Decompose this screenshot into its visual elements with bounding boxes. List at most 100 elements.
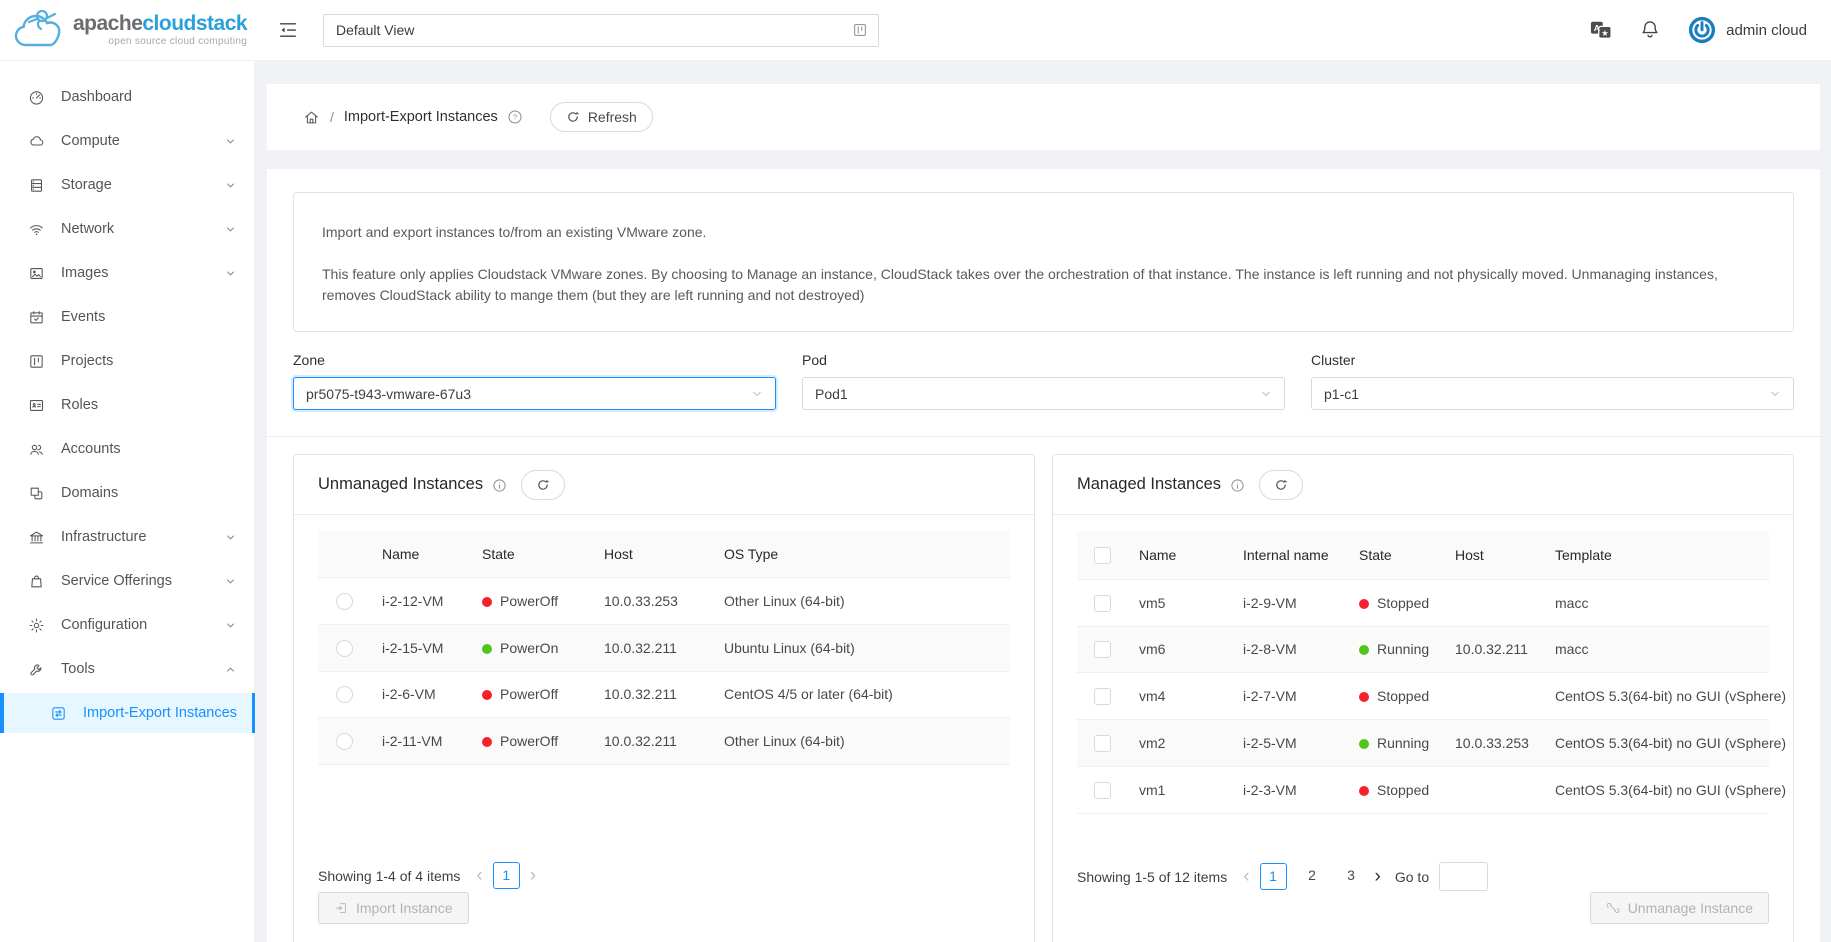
home-icon[interactable]: [303, 109, 320, 126]
chevron-down-icon: [1260, 388, 1272, 400]
unmanaged-instances-title: Unmanaged Instances: [318, 475, 483, 494]
sidebar-item-accounts[interactable]: Accounts: [0, 429, 254, 469]
row-checkbox[interactable]: [1094, 782, 1111, 799]
table-row[interactable]: vm1 i-2-3-VM Stopped CentOS 5.3(64-bit) …: [1077, 766, 1769, 813]
sidebar-item-label: Service Offerings: [61, 573, 172, 589]
cell-name: vm1: [1127, 766, 1231, 813]
page-item-2[interactable]: 2: [1299, 863, 1326, 890]
prev-page-icon[interactable]: ‹: [476, 868, 482, 884]
sidebar-item-compute[interactable]: Compute: [0, 121, 254, 161]
unmanaged-instances-panel: Unmanaged Instances Name: [293, 454, 1035, 942]
row-checkbox[interactable]: [1094, 735, 1111, 752]
page-item-3[interactable]: 3: [1338, 863, 1365, 890]
sidebar-item-label: Tools: [61, 661, 95, 677]
cell-host: 10.0.32.211: [1443, 626, 1543, 673]
sidebar-item-projects[interactable]: Projects: [0, 341, 254, 381]
page-item-1[interactable]: 1: [1260, 863, 1287, 890]
sidebar-item-storage[interactable]: Storage: [0, 165, 254, 205]
project-view-icon: [852, 22, 868, 38]
cell-host: 10.0.32.211: [592, 671, 712, 718]
row-checkbox[interactable]: [1094, 595, 1111, 612]
status-dot: [1359, 645, 1369, 655]
database-icon: [28, 177, 45, 194]
column-header: Name: [1127, 531, 1231, 579]
row-radio[interactable]: [336, 593, 353, 610]
sidebar-item-label: Dashboard: [61, 89, 132, 105]
sidebar-item-dashboard[interactable]: Dashboard: [0, 77, 254, 117]
translate-icon[interactable]: A★: [1590, 19, 1612, 41]
table-row[interactable]: i-2-15-VM PowerOn 10.0.32.211 Ubuntu Lin…: [318, 624, 1010, 671]
notification-bell-icon[interactable]: [1639, 19, 1661, 41]
pod-select[interactable]: Pod1: [802, 377, 1285, 410]
goto-page-input[interactable]: [1439, 862, 1488, 891]
project-board-icon: [28, 353, 45, 370]
cell-name: i-2-12-VM: [370, 578, 470, 625]
sidebar-item-roles[interactable]: Roles: [0, 385, 254, 425]
unmanaged-refresh-button[interactable]: [521, 470, 565, 500]
unmanage-instance-button[interactable]: Unmanage Instance: [1590, 892, 1769, 924]
menu-fold-icon[interactable]: [277, 19, 299, 41]
brand-logo[interactable]: apachecloudstack open source cloud compu…: [0, 7, 255, 53]
cell-os-type: Other Linux (64-bit): [712, 718, 1010, 765]
next-page-icon[interactable]: ›: [1375, 869, 1381, 885]
import-instance-button[interactable]: Import Instance: [318, 892, 469, 924]
cell-name: i-2-15-VM: [370, 624, 470, 671]
sidebar-item-infrastructure[interactable]: Infrastructure: [0, 517, 254, 557]
row-radio[interactable]: [336, 640, 353, 657]
cell-internal-name: i-2-3-VM: [1231, 766, 1347, 813]
cell-name: vm5: [1127, 579, 1231, 626]
dashboard-icon: [28, 89, 45, 106]
cell-os-type: Ubuntu Linux (64-bit): [712, 624, 1010, 671]
unmanaged-instances-table: Name State Host OS Type i-2-12-VM PowerO…: [318, 531, 1010, 765]
status-dot: [482, 597, 492, 607]
column-header: Name: [370, 531, 470, 578]
sidebar-item-service-offerings[interactable]: Service Offerings: [0, 561, 254, 601]
cell-host: [1443, 579, 1543, 626]
row-radio[interactable]: [336, 733, 353, 750]
cell-template: CentOS 5.3(64-bit) no GUI (vSphere): [1543, 720, 1769, 767]
cell-host: 10.0.32.211: [592, 624, 712, 671]
zone-select[interactable]: pr5075-t943-vmware-67u3: [293, 377, 776, 410]
row-checkbox[interactable]: [1094, 688, 1111, 705]
help-circle-icon[interactable]: ?: [507, 109, 523, 125]
content-area: / Import-Export Instances ? Refresh Impo…: [255, 61, 1831, 942]
table-row[interactable]: i-2-12-VM PowerOff 10.0.33.253 Other Lin…: [318, 578, 1010, 625]
view-select[interactable]: Default View: [323, 14, 879, 47]
chevron-down-icon: [225, 180, 236, 191]
next-page-icon[interactable]: ›: [530, 868, 536, 884]
select-all-checkbox[interactable]: [1094, 547, 1111, 564]
table-row[interactable]: vm4 i-2-7-VM Stopped CentOS 5.3(64-bit) …: [1077, 673, 1769, 720]
sidebar: Dashboard Compute Storage Network Images: [0, 61, 255, 942]
table-row[interactable]: i-2-6-VM PowerOff 10.0.32.211 CentOS 4/5…: [318, 671, 1010, 718]
page-item-1[interactable]: 1: [493, 862, 520, 889]
shopping-bag-icon: [28, 573, 45, 590]
column-header: Internal name: [1231, 531, 1347, 579]
sidebar-item-images[interactable]: Images: [0, 253, 254, 293]
column-header: State: [470, 531, 592, 578]
info-circle-icon[interactable]: [492, 478, 507, 493]
cluster-select[interactable]: p1-c1: [1311, 377, 1794, 410]
sidebar-item-domains[interactable]: Domains: [0, 473, 254, 513]
table-row[interactable]: vm6 i-2-8-VM Running 10.0.32.211 macc: [1077, 626, 1769, 673]
sidebar-item-events[interactable]: Events: [0, 297, 254, 337]
user-menu[interactable]: admin cloud: [1688, 16, 1807, 44]
table-row[interactable]: i-2-11-VM PowerOff 10.0.32.211 Other Lin…: [318, 718, 1010, 765]
sidebar-item-network[interactable]: Network: [0, 209, 254, 249]
prev-page-icon[interactable]: ‹: [1243, 869, 1249, 885]
table-row[interactable]: vm2 i-2-5-VM Running 10.0.33.253 CentOS …: [1077, 720, 1769, 767]
chevron-down-icon: [225, 620, 236, 631]
column-header: OS Type: [712, 531, 1010, 578]
sidebar-item-import-export-instances[interactable]: Import-Export Instances: [0, 693, 254, 733]
managed-refresh-button[interactable]: [1259, 470, 1303, 500]
info-circle-icon[interactable]: [1230, 478, 1245, 493]
refresh-button[interactable]: Refresh: [550, 102, 653, 132]
row-checkbox[interactable]: [1094, 641, 1111, 658]
row-radio[interactable]: [336, 686, 353, 703]
cell-name: vm4: [1127, 673, 1231, 720]
table-row[interactable]: vm5 i-2-9-VM Stopped macc: [1077, 579, 1769, 626]
divider: [267, 436, 1820, 437]
managed-pagination: Showing 1-5 of 12 items ‹ 123 › Go to: [1077, 862, 1769, 891]
sidebar-item-tools[interactable]: Tools: [0, 649, 254, 689]
sidebar-item-configuration[interactable]: Configuration: [0, 605, 254, 645]
filter-row: Zone pr5075-t943-vmware-67u3 Pod Pod1 Cl…: [293, 352, 1794, 410]
